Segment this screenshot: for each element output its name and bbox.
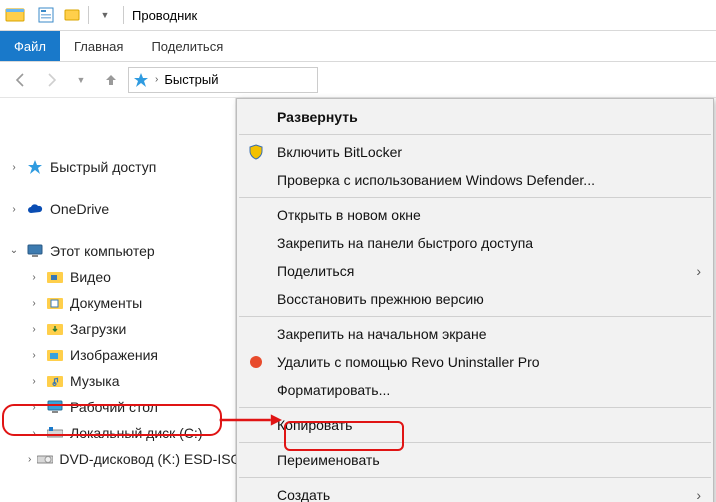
menu-separator [239,197,711,198]
music-folder-icon [46,372,64,390]
tree-onedrive[interactable]: › OneDrive [0,196,235,222]
tree-pictures[interactable]: › Изображения [0,342,235,368]
chevron-right-icon: › [155,74,158,85]
chevron-right-icon[interactable]: › [8,204,20,215]
menu-format[interactable]: Форматировать... [237,376,713,404]
menu-bitlocker[interactable]: Включить BitLocker [237,138,713,166]
menu-share[interactable]: Поделиться› [237,257,713,285]
title-separator [123,6,124,24]
tree-label: Быстрый доступ [50,159,156,175]
tree-label: Видео [70,269,111,285]
ribbon-tab-file[interactable]: Файл [0,31,60,61]
nav-up-button[interactable] [98,67,124,93]
nav-forward-button[interactable] [38,67,64,93]
tree-downloads[interactable]: › Загрузки [0,316,235,342]
tree-label: Рабочий стол [70,399,158,415]
quick-access-toolbar: ▼ [30,3,121,27]
chevron-right-icon[interactable]: › [28,454,31,465]
tree-label: Локальный диск (C:) [70,425,203,441]
menu-create[interactable]: Создать› [237,481,713,502]
quick-access-star-icon [133,72,149,88]
chevron-down-icon[interactable]: ⌄ [8,245,20,256]
tree-desktop[interactable]: › Рабочий стол [0,394,235,420]
tree-label: Загрузки [70,321,126,337]
nav-recent-dropdown[interactable]: ▼ [68,67,94,93]
menu-revo-uninstall[interactable]: Удалить с помощью Revo Uninstaller Pro [237,348,713,376]
address-crumb[interactable]: Быстрый [164,72,218,87]
ribbon-tab-home[interactable]: Главная [60,31,137,61]
menu-expand[interactable]: Развернуть [237,103,713,131]
ribbon-tabs: Файл Главная Поделиться [0,31,716,62]
desktop-icon [46,398,64,416]
drive-icon [46,424,64,442]
tree-label: DVD-дисковод (K:) ESD-ISO [59,451,241,467]
menu-separator [239,134,711,135]
title-bar: ▼ Проводник [0,0,716,31]
tree-dvd-drive[interactable]: › DVD-дисковод (K:) ESD-ISO [0,446,235,472]
ribbon-tab-share[interactable]: Поделиться [137,31,237,61]
tree-music[interactable]: › Музыка [0,368,235,394]
menu-separator [239,407,711,408]
chevron-right-icon[interactable]: › [28,298,40,309]
menu-pin-start[interactable]: Закрепить на начальном экране [237,320,713,348]
navigation-tree: › Быстрый доступ › OneDrive ⌄ Этот компь… [0,98,236,502]
menu-pin-quick-access[interactable]: Закрепить на панели быстрого доступа [237,229,713,257]
cloud-icon [26,200,44,218]
chevron-right-icon[interactable]: › [28,428,40,439]
menu-open-new-window[interactable]: Открыть в новом окне [237,201,713,229]
menu-restore-version[interactable]: Восстановить прежнюю версию [237,285,713,313]
dvd-drive-icon [37,450,53,468]
tree-documents[interactable]: › Документы [0,290,235,316]
menu-defender[interactable]: Проверка с использованием Windows Defend… [237,166,713,194]
chevron-right-icon[interactable]: › [28,272,40,283]
chevron-right-icon: › [696,263,701,279]
chevron-right-icon[interactable]: › [28,350,40,361]
tree-local-disk-c[interactable]: › Локальный диск (C:) [0,420,235,446]
tree-label: Музыка [70,373,120,389]
revo-icon [247,353,265,371]
menu-separator [239,442,711,443]
new-folder-qat-icon[interactable] [60,3,84,27]
menu-copy[interactable]: Копировать [237,411,713,439]
menu-separator [239,316,711,317]
context-menu: Развернуть Включить BitLocker Проверка с… [236,98,714,502]
downloads-folder-icon [46,320,64,338]
qat-dropdown-icon[interactable]: ▼ [93,3,117,27]
explorer-app-icon [2,2,28,28]
pictures-folder-icon [46,346,64,364]
tree-label: Этот компьютер [50,243,155,259]
menu-rename[interactable]: Переименовать [237,446,713,474]
tree-quick-access[interactable]: › Быстрый доступ [0,154,235,180]
tree-this-pc[interactable]: ⌄ Этот компьютер [0,238,235,264]
chevron-right-icon[interactable]: › [28,376,40,387]
chevron-right-icon[interactable]: › [28,402,40,413]
nav-back-button[interactable] [8,67,34,93]
computer-icon [26,242,44,260]
star-icon [26,158,44,176]
properties-qat-icon[interactable] [34,3,58,27]
videos-folder-icon [46,268,64,286]
tree-label: OneDrive [50,201,109,217]
tree-label: Документы [70,295,142,311]
tree-label: Изображения [70,347,158,363]
window-title: Проводник [126,8,197,23]
tree-videos[interactable]: › Видео [0,264,235,290]
qat-separator [88,6,89,24]
chevron-right-icon: › [696,487,701,502]
chevron-right-icon[interactable]: › [28,324,40,335]
chevron-right-icon[interactable]: › [8,162,20,173]
shield-icon [247,143,265,161]
address-bar: ▼ › Быстрый [0,62,716,98]
address-path[interactable]: › Быстрый [128,67,318,93]
documents-folder-icon [46,294,64,312]
menu-separator [239,477,711,478]
